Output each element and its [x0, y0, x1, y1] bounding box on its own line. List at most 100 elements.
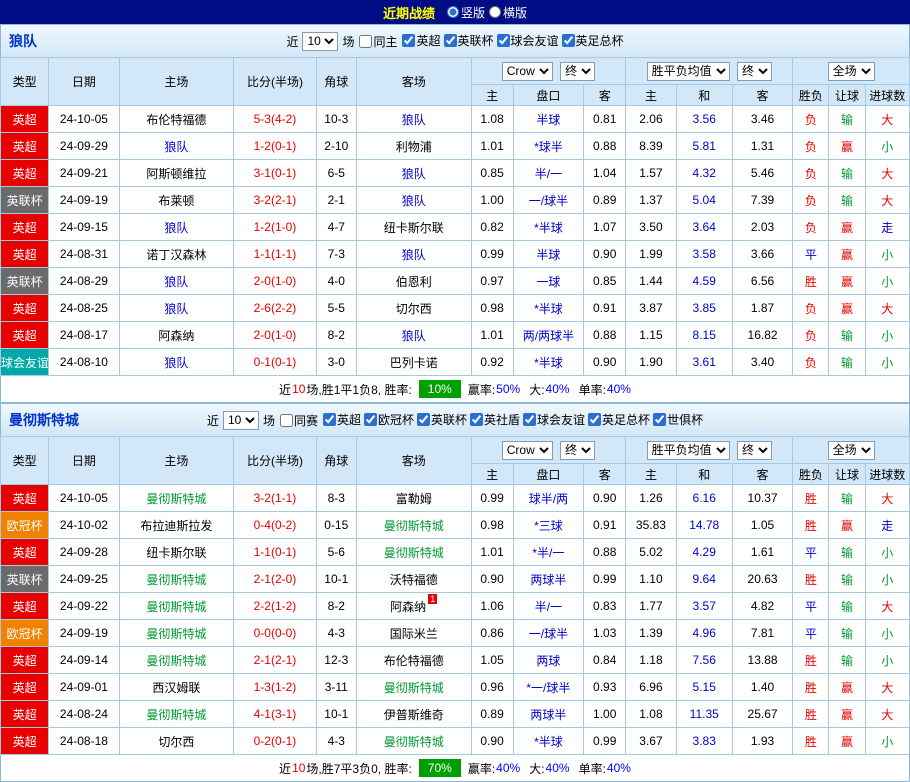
league-filter[interactable]: 英超: [323, 411, 361, 428]
result-goals: 小: [865, 728, 909, 755]
asian-home-odds: 1.01: [471, 133, 513, 160]
league-filter-checkbox[interactable]: [323, 413, 336, 426]
asian-away-odds: 0.85: [584, 268, 626, 295]
same-filter-checkbox[interactable]: [359, 35, 372, 48]
league-filter[interactable]: 英超: [402, 32, 440, 49]
league-badge: 英超: [1, 214, 49, 241]
result-goals: 走: [865, 214, 909, 241]
avg-away-odds: 3.66: [732, 241, 792, 268]
result-handicap: 输: [829, 187, 865, 214]
vertical-radio[interactable]: [447, 6, 459, 18]
match-row: 英超24-09-22曼彻斯特城2-2(1-2)8-2阿森纳11.06半/一0.8…: [1, 593, 910, 620]
league-filter-checkbox[interactable]: [588, 413, 601, 426]
away-team: 阿森纳1: [356, 593, 471, 620]
league-filter-checkbox[interactable]: [444, 34, 457, 47]
col-euro-draw: 和: [676, 464, 732, 485]
corner-score: 6-5: [316, 160, 356, 187]
match-row: 英联杯24-08-29狼队2-0(1-0)4-0伯恩利0.97一球0.851.4…: [1, 268, 910, 295]
league-filter-checkbox[interactable]: [653, 413, 666, 426]
asian-home-odds: 0.85: [471, 160, 513, 187]
summary-near: 近: [279, 760, 291, 777]
corner-score: 4-3: [316, 728, 356, 755]
league-filter[interactable]: 球会友谊: [497, 32, 559, 49]
away-team: 利物浦: [356, 133, 471, 160]
corner-score: 10-1: [316, 701, 356, 728]
league-filter-label: 英超: [337, 411, 361, 428]
horizontal-radio[interactable]: [489, 6, 501, 18]
league-filter[interactable]: 欧冠杯: [364, 411, 414, 428]
corner-score: 3-0: [316, 349, 356, 376]
avg-draw-odds: 14.78: [676, 512, 732, 539]
euro-time-select[interactable]: 终: [737, 441, 772, 460]
asian-away-odds: 0.90: [584, 241, 626, 268]
league-filter[interactable]: 英联杯: [444, 32, 494, 49]
asian-home-odds: 0.92: [471, 349, 513, 376]
match-row: 球会友谊24-08-10狼队0-1(0-1)3-0巴列卡诺0.92*半球0.90…: [1, 349, 910, 376]
avg-home-odds: 35.83: [626, 512, 676, 539]
summary-count: 10: [292, 761, 305, 775]
league-badge: 英超: [1, 701, 49, 728]
match-score: 4-1(3-1): [234, 701, 316, 728]
league-filter[interactable]: 英足总杯: [588, 411, 650, 428]
match-date: 24-08-25: [49, 295, 119, 322]
home-team: 曼彻斯特城: [119, 620, 234, 647]
result-goals: 小: [865, 241, 909, 268]
asian-time-select[interactable]: 终: [560, 62, 595, 81]
asian-time-select[interactable]: 终: [560, 441, 595, 460]
home-team: 切尔西: [119, 728, 234, 755]
league-filter[interactable]: 球会友谊: [523, 411, 585, 428]
result-goals: 小: [865, 566, 909, 593]
result-handicap: 输: [829, 106, 865, 133]
euro-odds-group: 胜平负均值 终: [626, 58, 793, 85]
league-filter-checkbox[interactable]: [402, 34, 415, 47]
same-filter-checkbox[interactable]: [280, 414, 293, 427]
league-filter-checkbox[interactable]: [562, 34, 575, 47]
scope-select[interactable]: 全场: [828, 62, 875, 81]
league-badge: 英超: [1, 728, 49, 755]
scope-select[interactable]: 全场: [828, 441, 875, 460]
match-date: 24-09-15: [49, 214, 119, 241]
league-filter-checkbox[interactable]: [417, 413, 430, 426]
match-count-select[interactable]: 10: [302, 32, 338, 51]
asian-company-select[interactable]: Crow: [502, 62, 553, 81]
league-filter[interactable]: 世俱杯: [653, 411, 703, 428]
same-filter[interactable]: 同主: [359, 33, 397, 50]
home-team: 狼队: [119, 349, 234, 376]
league-filter[interactable]: 英社盾: [470, 411, 520, 428]
avg-draw-odds: 6.16: [676, 485, 732, 512]
league-filter[interactable]: 英足总杯: [562, 32, 624, 49]
layout-vertical-option[interactable]: 竖版: [447, 4, 485, 21]
euro-company-select[interactable]: 胜平负均值: [647, 441, 730, 460]
asian-company-select[interactable]: Crow: [502, 441, 553, 460]
result-wdl: 胜: [793, 728, 829, 755]
match-count-select[interactable]: 10: [223, 411, 259, 430]
handicap-rate-label: 赢率:: [468, 760, 495, 777]
match-score: 1-1(0-1): [234, 539, 316, 566]
col-date: 日期: [49, 58, 119, 106]
league-filter-checkbox[interactable]: [497, 34, 510, 47]
euro-company-select[interactable]: 胜平负均值: [647, 62, 730, 81]
horizontal-radio-label: 横版: [503, 4, 527, 21]
home-team: 狼队: [119, 133, 234, 160]
result-handicap: 赢: [829, 674, 865, 701]
match-date: 24-08-18: [49, 728, 119, 755]
league-filter-checkbox[interactable]: [470, 413, 483, 426]
match-date: 24-09-19: [49, 187, 119, 214]
layout-horizontal-option[interactable]: 横版: [489, 4, 527, 21]
avg-draw-odds: 8.15: [676, 322, 732, 349]
result-wdl: 平: [793, 241, 829, 268]
league-badge: 英超: [1, 485, 49, 512]
vertical-radio-label: 竖版: [461, 4, 485, 21]
league-filter[interactable]: 英联杯: [417, 411, 467, 428]
league-filter-checkbox[interactable]: [364, 413, 377, 426]
avg-draw-odds: 5.04: [676, 187, 732, 214]
result-goals: 大: [865, 187, 909, 214]
league-filter-checkbox[interactable]: [523, 413, 536, 426]
asian-handicap: *一/球半: [513, 674, 583, 701]
euro-time-select[interactable]: 终: [737, 62, 772, 81]
avg-away-odds: 1.87: [732, 295, 792, 322]
result-wdl: 胜: [793, 674, 829, 701]
same-filter[interactable]: 同赛: [280, 412, 318, 429]
result-wdl: 负: [793, 322, 829, 349]
asian-handicap: *半球: [513, 349, 583, 376]
